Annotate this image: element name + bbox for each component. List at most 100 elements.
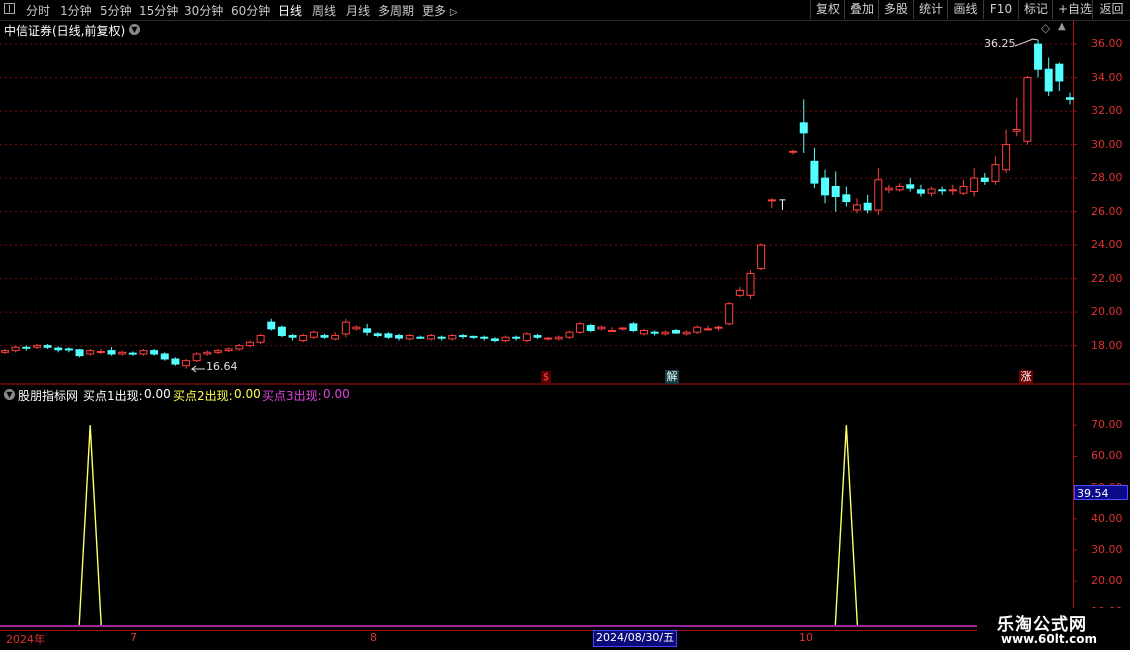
candle-body: [32, 345, 41, 348]
candle-body: [11, 346, 20, 352]
overlay-button[interactable]: 叠加: [844, 0, 878, 19]
period-15min[interactable]: 15分钟: [139, 2, 178, 19]
candle-body: [746, 273, 755, 296]
candle-body: [160, 353, 169, 360]
candle-body: [469, 335, 478, 338]
diamond-icon[interactable]: ◇: [1041, 21, 1050, 35]
candle-body: [75, 349, 84, 357]
high-price-label: 36.25: [984, 37, 1016, 50]
buy-point-1-value: 0.00: [144, 387, 171, 401]
candle-body: [341, 321, 350, 335]
chart-title: 中信证券(日线,前复权): [4, 24, 126, 38]
period-monthly[interactable]: 月线: [346, 2, 370, 19]
candle-body: [352, 326, 361, 330]
candle-body: [714, 326, 723, 329]
candle-body: [458, 335, 467, 338]
candle-body: [608, 330, 617, 333]
candle-body: [490, 338, 499, 342]
chart-area: [0, 20, 1130, 631]
candle-body: [810, 160, 819, 184]
add-watchlist-button[interactable]: +自选: [1052, 0, 1092, 19]
candle-body: [789, 150, 798, 153]
candle-body: [43, 345, 52, 348]
multi-stock-button[interactable]: 多股: [878, 0, 913, 19]
limit-up-marker[interactable]: 涨: [1019, 370, 1033, 384]
low-pointer-line: [190, 365, 205, 373]
f10-button[interactable]: F10: [983, 0, 1018, 19]
buy-point-3-value: 0.00: [323, 387, 350, 401]
x-label-july: 7: [130, 631, 137, 644]
buy-point-3-label: 买点3出现:: [262, 389, 322, 403]
candle-body: [703, 328, 712, 331]
chevron-right-icon: ▷: [449, 7, 458, 18]
candle-body: [554, 336, 563, 340]
candle-body: [277, 326, 286, 337]
period-60min[interactable]: 60分钟: [231, 2, 270, 19]
candle-body: [384, 333, 393, 338]
candle-body: [128, 352, 137, 355]
candle-body: [544, 337, 553, 340]
low-price-label: 16.64: [206, 360, 238, 373]
unlock-marker[interactable]: 解: [665, 370, 679, 384]
candle-body: [437, 336, 446, 339]
candle-body: [214, 350, 222, 353]
candle-body: [735, 289, 744, 296]
candle-body: [916, 189, 925, 194]
back-button[interactable]: 返回: [1092, 0, 1130, 19]
candle-body: [512, 336, 521, 339]
restore-rights-button[interactable]: 复权: [810, 0, 844, 19]
candle-body: [757, 244, 766, 270]
candle-body: [938, 189, 947, 192]
toolbar-menu-icon[interactable]: [4, 3, 15, 14]
period-weekly[interactable]: 周线: [312, 2, 336, 19]
candle-body: [906, 184, 915, 189]
dividend-marker[interactable]: $: [541, 371, 551, 384]
candle-body: [970, 177, 979, 193]
candle-body: [203, 351, 212, 355]
period-daily[interactable]: 日线: [278, 2, 302, 19]
candle-body: [139, 350, 148, 355]
indicator-tick-label: 40.00: [1091, 511, 1123, 525]
draw-line-button[interactable]: 画线: [947, 0, 983, 19]
price-tick-label: 18.00: [1091, 338, 1123, 352]
indicator-tick-label: 60.00: [1091, 449, 1123, 463]
candle-body: [831, 185, 840, 198]
candle-body: [54, 347, 63, 351]
candle-body: [725, 303, 734, 325]
period-more-label: 更多: [422, 4, 447, 18]
candle-body: [640, 330, 648, 335]
candle-body: [767, 199, 776, 202]
watermark-url: www.60lt.com: [1001, 632, 1098, 646]
up-triangle-icon[interactable]: ▲: [1058, 21, 1066, 32]
candle-body: [118, 351, 127, 355]
period-30min[interactable]: 30分钟: [184, 2, 223, 19]
period-1min[interactable]: 1分钟: [60, 2, 92, 19]
candle-body: [96, 350, 105, 353]
candle-body: [22, 346, 31, 349]
candle-body: [650, 331, 659, 334]
candle-body: [959, 185, 968, 194]
x-label-october: 10: [799, 631, 813, 644]
candle-body: [863, 202, 872, 211]
period-multi[interactable]: 多周期: [378, 2, 414, 19]
period-more[interactable]: 更多 ▷: [422, 2, 458, 19]
candle-body: [693, 326, 702, 333]
candle-body: [821, 177, 830, 196]
candle-body: [853, 204, 861, 211]
candle-body: [565, 331, 574, 338]
candle-body: [1, 350, 9, 353]
period-intraday[interactable]: 分时: [26, 2, 50, 19]
candle-body: [331, 335, 340, 340]
candle-body: [1055, 63, 1064, 82]
candle-body: [448, 335, 457, 340]
statistics-button[interactable]: 统计: [913, 0, 947, 19]
price-tick-label: 22.00: [1091, 271, 1123, 285]
indicator-tick-label: 20.00: [1091, 574, 1123, 588]
candle-body: [373, 333, 382, 337]
chevron-down-icon[interactable]: ▼: [4, 389, 15, 400]
period-5min[interactable]: 5分钟: [100, 2, 132, 19]
mark-button[interactable]: 标记: [1018, 0, 1052, 19]
chevron-down-icon[interactable]: ▼: [129, 24, 140, 35]
candle-body: [533, 335, 542, 338]
candle-body: [927, 188, 936, 194]
